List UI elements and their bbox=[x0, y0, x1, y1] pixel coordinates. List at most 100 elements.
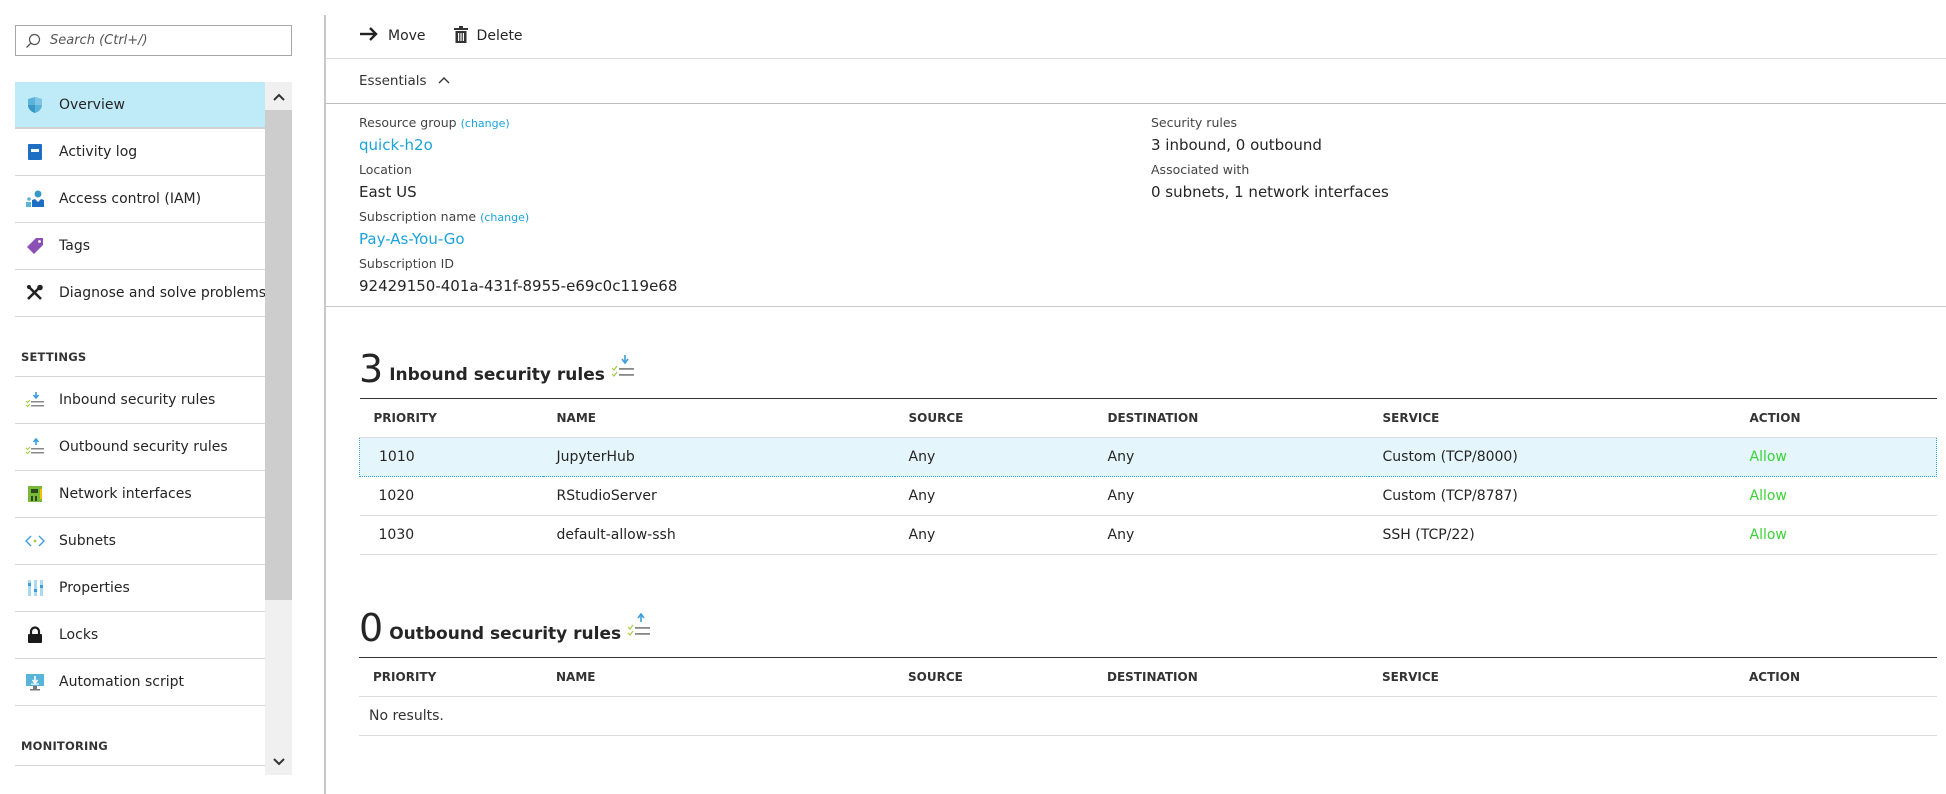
inbound-rules-table: PRIORITY NAME SOURCE DESTINATION SERVICE… bbox=[359, 398, 1937, 555]
users-icon bbox=[15, 190, 55, 208]
security-rules-value: 3 inbound, 0 outbound bbox=[1151, 136, 1322, 154]
column-header-name[interactable]: NAME bbox=[542, 398, 895, 438]
column-header-name[interactable]: NAME bbox=[542, 657, 894, 697]
empty-row: No results. bbox=[359, 696, 1937, 736]
subscription-name-link[interactable]: Pay-As-You-Go bbox=[359, 227, 677, 254]
outbound-rules-table: PRIORITY NAME SOURCE DESTINATION SERVICE… bbox=[359, 657, 1937, 736]
cell-name: default-allow-ssh bbox=[542, 515, 895, 555]
resource-group-label: Resource group bbox=[359, 115, 457, 130]
column-header-service[interactable]: SERVICE bbox=[1368, 657, 1735, 697]
sidebar-item-outbound-security-rules[interactable]: Outbound security rules bbox=[15, 424, 265, 471]
column-header-destination[interactable]: DESTINATION bbox=[1093, 398, 1369, 438]
sidebar-item-label: Locks bbox=[59, 627, 99, 643]
sidebar-item-network-interfaces[interactable]: Network interfaces bbox=[15, 471, 265, 518]
chevron-down-icon bbox=[272, 752, 286, 771]
command-bar: Move Delete bbox=[359, 22, 523, 50]
shield-icon bbox=[15, 96, 55, 114]
sidebar-item-tags[interactable]: Tags bbox=[15, 223, 265, 270]
cell-source: Any bbox=[894, 437, 1094, 477]
blade-divider bbox=[324, 15, 326, 794]
settings-section-header: SETTINGS bbox=[15, 317, 265, 377]
search-input[interactable] bbox=[50, 33, 280, 48]
inbound-rules-icon bbox=[15, 391, 55, 409]
column-header-source[interactable]: SOURCE bbox=[894, 398, 1094, 438]
subscription-id-value: 92429150-401a-431f-8955-e69c0c119e68 bbox=[359, 277, 678, 295]
lock-icon bbox=[15, 626, 55, 644]
sidebar-item-label: Tags bbox=[59, 238, 90, 254]
table-row[interactable]: 1030 default-allow-ssh Any Any SSH (TCP/… bbox=[359, 515, 1937, 555]
change-resource-group-link[interactable]: (change) bbox=[461, 117, 510, 130]
associated-with-label: Associated with bbox=[1151, 162, 1250, 177]
sidebar-scrollbar[interactable] bbox=[265, 82, 292, 775]
cell-destination: Any bbox=[1093, 437, 1369, 477]
location-label: Location bbox=[359, 162, 412, 177]
cell-source: Any bbox=[894, 476, 1094, 516]
sidebar-item-label: Overview bbox=[59, 96, 125, 113]
no-results-text: No results. bbox=[359, 696, 1937, 736]
outbound-title: Outbound security rules bbox=[389, 624, 622, 644]
resource-group-link[interactable]: quick-h2o bbox=[359, 133, 677, 160]
trash-icon bbox=[453, 25, 468, 47]
subscription-id-label: Subscription ID bbox=[359, 256, 454, 271]
column-header-action[interactable]: ACTION bbox=[1735, 657, 1937, 697]
outbound-count: 0 bbox=[359, 606, 384, 650]
table-row[interactable]: 1020 RStudioServer Any Any Custom (TCP/8… bbox=[359, 476, 1937, 516]
outbound-rules-icon bbox=[15, 438, 55, 456]
cell-destination: Any bbox=[1093, 515, 1369, 555]
sidebar-item-activity-log[interactable]: Activity log bbox=[15, 129, 265, 176]
sidebar-item-label: Activity log bbox=[59, 144, 138, 160]
table-row[interactable]: 1010 JupyterHub Any Any Custom (TCP/8000… bbox=[359, 437, 1937, 477]
automation-script-icon bbox=[15, 673, 55, 691]
sidebar-item-diagnose[interactable]: Diagnose and solve problems bbox=[15, 270, 265, 317]
scroll-up-button[interactable] bbox=[265, 82, 292, 110]
subscription-name-label: Subscription name bbox=[359, 209, 477, 224]
column-header-destination[interactable]: DESTINATION bbox=[1093, 657, 1368, 697]
sidebar-item-properties[interactable]: Properties bbox=[15, 565, 265, 612]
cell-service: Custom (TCP/8787) bbox=[1368, 476, 1736, 516]
subnet-icon bbox=[15, 534, 55, 548]
column-header-service[interactable]: SERVICE bbox=[1368, 398, 1736, 438]
scrollbar-thumb[interactable] bbox=[265, 110, 292, 600]
associated-with-value: 0 subnets, 1 network interfaces bbox=[1151, 183, 1389, 201]
sidebar-item-overview[interactable]: Overview bbox=[15, 82, 265, 129]
outbound-section-title: 0 Outbound security rules bbox=[359, 609, 651, 647]
delete-button[interactable]: Delete bbox=[453, 25, 523, 47]
sidebar-item-label: Inbound security rules bbox=[59, 392, 216, 408]
network-interface-icon bbox=[15, 485, 55, 503]
sidebar-item-automation-script[interactable]: Automation script bbox=[15, 659, 265, 706]
sidebar-item-access-control[interactable]: Access control (IAM) bbox=[15, 176, 265, 223]
change-subscription-link[interactable]: (change) bbox=[480, 211, 529, 224]
column-header-priority[interactable]: PRIORITY bbox=[359, 657, 542, 697]
chevron-up-icon bbox=[272, 87, 286, 106]
inbound-section-title: 3 Inbound security rules bbox=[359, 350, 635, 388]
outbound-rules-icon bbox=[627, 612, 651, 647]
column-header-priority[interactable]: PRIORITY bbox=[359, 398, 543, 438]
cell-source: Any bbox=[894, 515, 1094, 555]
arrow-right-icon bbox=[359, 26, 379, 46]
sidebar-item-label: Properties bbox=[59, 580, 130, 596]
move-label: Move bbox=[388, 28, 426, 44]
cell-action: Allow bbox=[1735, 437, 1937, 477]
chevron-up-icon bbox=[437, 73, 451, 89]
sidebar-item-locks[interactable]: Locks bbox=[15, 612, 265, 659]
table-header-row: PRIORITY NAME SOURCE DESTINATION SERVICE… bbox=[359, 657, 1937, 697]
column-header-source[interactable]: SOURCE bbox=[894, 657, 1093, 697]
activity-log-icon bbox=[15, 143, 55, 161]
cell-action: Allow bbox=[1735, 476, 1937, 516]
sidebar-item-subnets[interactable]: Subnets bbox=[15, 518, 265, 565]
sidebar-item-inbound-security-rules[interactable]: Inbound security rules bbox=[15, 377, 265, 424]
tag-icon bbox=[15, 237, 55, 255]
cell-priority: 1030 bbox=[359, 515, 543, 555]
sidebar-item-label: Access control (IAM) bbox=[59, 191, 202, 207]
scroll-down-button[interactable] bbox=[265, 747, 292, 775]
essentials-right: Security rules 3 inbound, 0 outbound Ass… bbox=[1151, 113, 1389, 207]
inbound-title: Inbound security rules bbox=[389, 365, 605, 385]
column-header-action[interactable]: ACTION bbox=[1735, 398, 1937, 438]
search-box[interactable] bbox=[15, 25, 292, 56]
sidebar-item-label: Subnets bbox=[59, 533, 116, 549]
move-button[interactable]: Move bbox=[359, 26, 426, 46]
sidebar-item-label: Diagnose and solve problems bbox=[59, 285, 265, 301]
sidebar-nav: Overview Activity log Access control (IA… bbox=[15, 82, 265, 775]
essentials-toggle[interactable]: Essentials bbox=[359, 73, 451, 89]
table-header-row: PRIORITY NAME SOURCE DESTINATION SERVICE… bbox=[359, 398, 1937, 438]
